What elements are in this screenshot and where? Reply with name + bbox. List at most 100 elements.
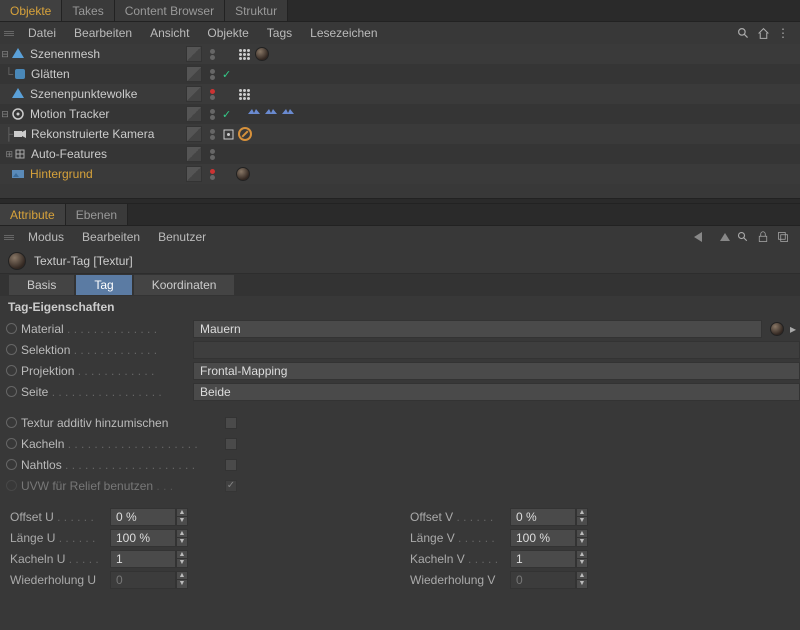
menu-datei[interactable]: Datei (20, 24, 64, 42)
expand-toggle[interactable]: ⊟ (0, 49, 10, 59)
prop-laenge-u: Länge U . . . . . . ▲▼ (0, 527, 400, 548)
visibility-dots[interactable] (204, 66, 220, 82)
visibility-dots[interactable] (204, 46, 220, 62)
new-window-icon[interactable] (776, 230, 790, 244)
checkbox-nahtlos[interactable] (225, 459, 237, 471)
tab-takes[interactable]: Takes (62, 0, 114, 21)
offset-v-input[interactable] (510, 508, 576, 526)
expand-toggle[interactable]: ⊟ (0, 109, 10, 119)
visibility-dots[interactable] (204, 126, 220, 142)
stepper[interactable]: ▲▼ (576, 529, 588, 547)
anim-dot[interactable] (6, 323, 17, 334)
tree-row-motion-tracker[interactable]: ⊟ Motion Tracker ✓ (0, 104, 800, 124)
layer-toggle[interactable] (186, 126, 202, 142)
subtab-basis[interactable]: Basis (8, 274, 75, 296)
anim-dot[interactable] (6, 386, 17, 397)
tab-attribute[interactable]: Attribute (0, 204, 66, 225)
side-select[interactable]: Beide (193, 383, 800, 401)
material-preview-icon[interactable] (770, 322, 784, 336)
tree-row-rekon-kamera[interactable]: ├ Rekonstruierte Kamera (0, 124, 800, 144)
tree-row-hintergrund[interactable]: Hintergrund (0, 164, 800, 184)
polygon-selection-tag-icon[interactable] (236, 86, 252, 102)
layer-toggle[interactable] (186, 66, 202, 82)
layer-toggle[interactable] (186, 86, 202, 102)
nav-up-icon[interactable] (720, 233, 730, 241)
layer-toggle[interactable] (186, 166, 202, 182)
drag-grip-icon[interactable] (4, 235, 14, 240)
expand-toggle[interactable]: ⊞ (5, 149, 13, 159)
anim-dot[interactable] (6, 459, 17, 470)
disabled-tag-icon[interactable] (238, 127, 252, 141)
prop-selektion: Selektion . . . . . . . . . . . . . (0, 339, 800, 360)
tracker-tag-icon[interactable] (247, 107, 261, 121)
subtab-koordinaten[interactable]: Koordinaten (133, 274, 236, 296)
enabled-check-icon[interactable]: ✓ (222, 108, 231, 121)
visibility-dots[interactable] (204, 86, 220, 102)
material-picker-icon[interactable]: ▸ (786, 322, 800, 336)
stepper[interactable]: ▲▼ (576, 550, 588, 568)
tracker-tag-icon[interactable] (264, 107, 278, 121)
section-heading: Tag-Eigenschaften (0, 296, 800, 318)
menu-tags[interactable]: Tags (259, 24, 300, 42)
menu-bearbeiten[interactable]: Bearbeiten (66, 24, 140, 42)
menu-objekte[interactable]: Objekte (199, 24, 256, 42)
laenge-u-input[interactable] (110, 529, 176, 547)
subtab-tag[interactable]: Tag (75, 274, 132, 296)
layer-toggle[interactable] (186, 46, 202, 62)
menu-modus[interactable]: Modus (20, 228, 72, 246)
enabled-check-icon[interactable]: ✓ (222, 68, 231, 81)
nav-back-icon[interactable] (694, 232, 702, 242)
anim-dot[interactable] (6, 344, 17, 355)
kacheln-v-input[interactable] (510, 550, 576, 568)
search-icon[interactable] (736, 26, 750, 40)
tree-row-auto-features[interactable]: ⊞ Auto-Features (0, 144, 800, 164)
anim-dot[interactable] (6, 417, 17, 428)
home-icon[interactable] (756, 26, 770, 40)
wiederholung-u-input (110, 571, 176, 589)
checkbox-textur-additiv[interactable] (225, 417, 237, 429)
layer-toggle[interactable] (186, 146, 202, 162)
drag-grip-icon[interactable] (4, 31, 14, 36)
texture-tag-icon[interactable] (255, 47, 269, 61)
kacheln-u-input[interactable] (110, 550, 176, 568)
prop-textur-additiv: Textur additiv hinzumischen (0, 412, 800, 433)
search-icon[interactable] (736, 230, 750, 244)
menu-benutzer[interactable]: Benutzer (150, 228, 214, 246)
stepper[interactable]: ▲▼ (176, 529, 188, 547)
viewport-target-icon[interactable] (222, 129, 234, 140)
layer-toggle[interactable] (186, 106, 202, 122)
tree-row-szenenpunktewolke[interactable]: Szenenpunktewolke (0, 84, 800, 104)
visibility-dots[interactable] (204, 146, 220, 162)
menu-dots-icon[interactable]: ⋮ (776, 26, 790, 40)
lock-icon[interactable] (756, 230, 770, 244)
checkbox-kacheln[interactable] (225, 438, 237, 450)
selection-field[interactable] (193, 341, 800, 359)
tab-objekte[interactable]: Objekte (0, 0, 62, 21)
visibility-dots[interactable] (204, 166, 220, 182)
tab-struktur[interactable]: Struktur (225, 0, 288, 21)
menu-lesezeichen[interactable]: Lesezeichen (302, 24, 385, 42)
material-field[interactable]: Mauern (193, 320, 762, 338)
prop-wiederholung-u: Wiederholung U ▲▼ (0, 569, 400, 590)
stepper[interactable]: ▲▼ (176, 550, 188, 568)
tab-content-browser[interactable]: Content Browser (115, 0, 225, 21)
projection-select[interactable]: Frontal-Mapping (193, 362, 800, 380)
tree-row-glaetten[interactable]: └ Glätten ✓ (0, 64, 800, 84)
menu-bearbeiten-attr[interactable]: Bearbeiten (74, 228, 148, 246)
anim-dot[interactable] (6, 365, 17, 376)
polygon-selection-tag-icon[interactable] (236, 46, 252, 62)
laenge-v-input[interactable] (510, 529, 576, 547)
tree-label: Glätten (31, 67, 186, 81)
menu-ansicht[interactable]: Ansicht (142, 24, 197, 42)
tracker-tag-icon[interactable] (281, 107, 295, 121)
prop-seite: Seite . . . . . . . . . . . . . . . . . … (0, 381, 800, 402)
stepper[interactable]: ▲▼ (576, 508, 588, 526)
offset-u-input[interactable] (110, 508, 176, 526)
tab-ebenen[interactable]: Ebenen (66, 204, 128, 225)
visibility-dots[interactable] (204, 106, 220, 122)
prop-label: Selektion . . . . . . . . . . . . . (21, 343, 189, 357)
texture-tag-icon[interactable] (236, 167, 250, 181)
stepper[interactable]: ▲▼ (176, 508, 188, 526)
anim-dot[interactable] (6, 438, 17, 449)
tree-row-szenenmesh[interactable]: ⊟ Szenenmesh (0, 44, 800, 64)
